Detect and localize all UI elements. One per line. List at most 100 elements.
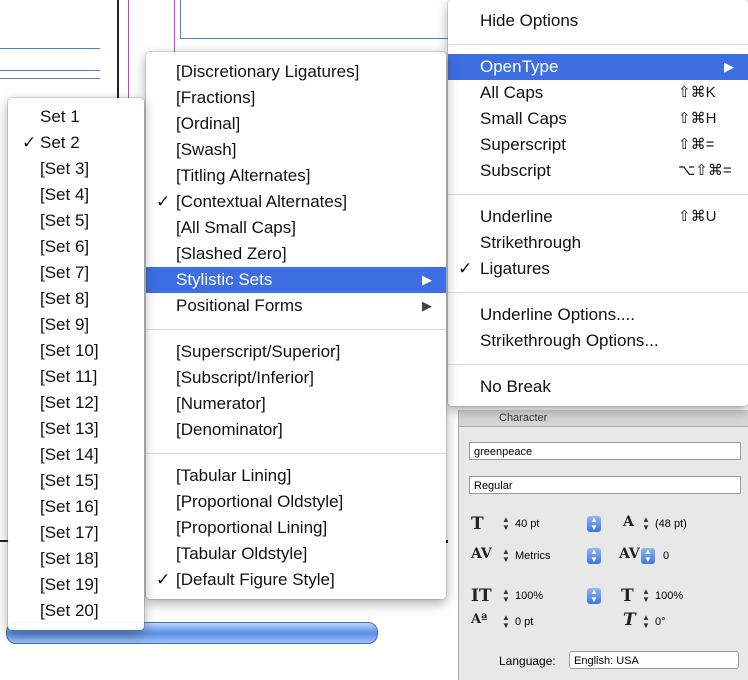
kerning-dropdown[interactable]: ▲ ▼: [587, 548, 601, 564]
opentype-item-slashed-zero[interactable]: [Slashed Zero]: [146, 241, 446, 267]
stylistic-set-item-set-3[interactable]: [Set 3]: [8, 156, 144, 182]
menu-item-label: Set 2: [40, 133, 80, 152]
opentype-item-stylistic-sets[interactable]: Stylistic Sets ▶: [146, 267, 446, 293]
opentype-item-numerator[interactable]: [Numerator]: [146, 391, 446, 417]
stylistic-set-item-set-11[interactable]: [Set 11]: [8, 364, 144, 390]
format-menu-item-hide-options[interactable]: Hide Options: [448, 8, 748, 34]
font-size-dropdown[interactable]: ▲ ▼: [587, 516, 601, 532]
stylistic-set-item-set-2[interactable]: ✓ Set 2: [8, 130, 144, 156]
format-menu-item-strikethrough-options[interactable]: Strikethrough Options...: [448, 328, 748, 354]
stylistic-set-item-set-18[interactable]: [Set 18]: [8, 546, 144, 572]
format-menu-item-superscript[interactable]: Superscript ⇧⌘=: [448, 132, 748, 158]
kerning-stepper[interactable]: ▲ ▼: [501, 548, 511, 564]
font-family-field[interactable]: greenpeace: [469, 442, 741, 460]
leading-field[interactable]: (48 pt): [651, 515, 723, 533]
opentype-item-all-small-caps[interactable]: [All Small Caps]: [146, 215, 446, 241]
menu-item-label: [Set 11]: [40, 367, 98, 386]
stylistic-set-item-set-20[interactable]: [Set 20]: [8, 598, 144, 624]
menu-item-label: [Set 16]: [40, 497, 99, 516]
menu-item-label: [Swash]: [176, 140, 237, 159]
menu-item-label: [Set 18]: [40, 549, 99, 568]
opentype-item-subscript-inferior[interactable]: [Subscript/Inferior]: [146, 365, 446, 391]
stylistic-set-item-set-15[interactable]: [Set 15]: [8, 468, 144, 494]
stylistic-set-item-set-13[interactable]: [Set 13]: [8, 416, 144, 442]
menu-item-label: [Default Figure Style]: [176, 570, 335, 589]
stylistic-set-item-set-1[interactable]: Set 1: [8, 104, 144, 130]
stylistic-set-item-set-9[interactable]: [Set 9]: [8, 312, 144, 338]
guide-line: [117, 0, 119, 100]
stylistic-set-item-set-19[interactable]: [Set 19]: [8, 572, 144, 598]
stylistic-set-item-set-8[interactable]: [Set 8]: [8, 286, 144, 312]
font-size-field[interactable]: 40 pt: [511, 515, 585, 533]
language-label: Language:: [499, 654, 556, 668]
kerning-field[interactable]: Metrics: [511, 547, 585, 565]
stylistic-set-item-set-14[interactable]: [Set 14]: [8, 442, 144, 468]
vertical-scale-dropdown[interactable]: ▲ ▼: [587, 588, 601, 604]
opentype-item-tabular-lining[interactable]: [Tabular Lining]: [146, 463, 446, 489]
opentype-item-positional-forms[interactable]: Positional Forms ▶: [146, 293, 446, 319]
menu-item-label: Ligatures: [480, 259, 550, 278]
stylistic-set-item-set-5[interactable]: [Set 5]: [8, 208, 144, 234]
tracking-stepper[interactable]: ▲ ▼: [641, 548, 655, 564]
menu-item-label: [Set 6]: [40, 237, 90, 256]
opentype-item-proportional-oldstyle[interactable]: [Proportional Oldstyle]: [146, 489, 446, 515]
menu-item-label: [Set 3]: [40, 159, 90, 178]
vertical-scale-stepper[interactable]: ▲ ▼: [501, 588, 511, 604]
format-menu-item-ligatures[interactable]: ✓ Ligatures: [448, 256, 748, 282]
menu-separator: [448, 44, 748, 45]
stylistic-set-item-set-12[interactable]: [Set 12]: [8, 390, 144, 416]
tracking-field[interactable]: 0: [659, 547, 723, 565]
opentype-item-contextual-alternates[interactable]: ✓ [Contextual Alternates]: [146, 189, 446, 215]
stylistic-set-item-set-16[interactable]: [Set 16]: [8, 494, 144, 520]
tab-character[interactable]: Character: [499, 410, 547, 426]
leading-stepper[interactable]: ▲ ▼: [641, 516, 651, 532]
menu-item-label: [Proportional Lining]: [176, 518, 328, 537]
format-menu-item-underline-options[interactable]: Underline Options....: [448, 302, 748, 328]
guide-line: [0, 78, 100, 79]
skew-field[interactable]: 0°: [651, 613, 723, 631]
horizontal-scale-field[interactable]: 100%: [651, 587, 723, 605]
menu-item-label: Underline Options....: [480, 305, 635, 324]
baseline-shift-field[interactable]: 0 pt: [511, 613, 585, 631]
language-select[interactable]: English: USA: [569, 651, 739, 669]
opentype-item-superscript-superior[interactable]: [Superscript/Superior]: [146, 339, 446, 365]
opentype-item-ordinal[interactable]: [Ordinal]: [146, 111, 446, 137]
stylistic-set-item-set-10[interactable]: [Set 10]: [8, 338, 144, 364]
guide-line: [180, 0, 181, 38]
format-menu-item-no-break[interactable]: No Break: [448, 374, 748, 400]
opentype-item-fractions[interactable]: [Fractions]: [146, 85, 446, 111]
opentype-item-titling-alternates[interactable]: [Titling Alternates]: [146, 163, 446, 189]
opentype-item-denominator[interactable]: [Denominator]: [146, 417, 446, 443]
format-menu-item-strikethrough[interactable]: Strikethrough: [448, 230, 748, 256]
format-menu-item-small-caps[interactable]: Small Caps ⇧⌘H: [448, 106, 748, 132]
format-menu-item-all-caps[interactable]: All Caps ⇧⌘K: [448, 80, 748, 106]
guide-line: [128, 0, 129, 100]
font-style-field[interactable]: Regular: [469, 476, 741, 494]
menu-item-label: Superscript: [480, 135, 566, 154]
opentype-item-proportional-lining[interactable]: [Proportional Lining]: [146, 515, 446, 541]
format-menu-item-underline[interactable]: Underline ⇧⌘U: [448, 204, 748, 230]
skew-stepper[interactable]: ▲ ▼: [641, 614, 651, 630]
keyboard-shortcut: ⇧⌘=: [678, 136, 715, 153]
opentype-item-discretionary-ligatures[interactable]: [Discretionary Ligatures]: [146, 59, 446, 85]
stylistic-set-item-set-6[interactable]: [Set 6]: [8, 234, 144, 260]
stylistic-set-item-set-4[interactable]: [Set 4]: [8, 182, 144, 208]
menu-item-label: [Set 8]: [40, 289, 90, 308]
vertical-scale-field[interactable]: 100%: [511, 587, 585, 605]
menu-item-label: [Superscript/Superior]: [176, 342, 341, 361]
opentype-item-default-figure-style[interactable]: ✓ [Default Figure Style]: [146, 567, 446, 593]
opentype-item-swash[interactable]: [Swash]: [146, 137, 446, 163]
tracking-icon: AV: [619, 546, 640, 562]
menu-item-label: [Set 20]: [40, 601, 99, 620]
guide-line: [174, 0, 175, 55]
stylistic-set-item-set-17[interactable]: [Set 17]: [8, 520, 144, 546]
stylistic-set-item-set-7[interactable]: [Set 7]: [8, 260, 144, 286]
format-menu-item-opentype[interactable]: OpenType ▶: [448, 54, 748, 80]
opentype-item-tabular-oldstyle[interactable]: [Tabular Oldstyle]: [146, 541, 446, 567]
font-size-stepper[interactable]: ▲ ▼: [501, 516, 511, 532]
checkmark-icon: ✓: [156, 570, 171, 589]
horizontal-scale-stepper[interactable]: ▲ ▼: [641, 588, 651, 604]
baseline-shift-stepper[interactable]: ▲ ▼: [501, 614, 511, 630]
menu-item-label: [Set 4]: [40, 185, 90, 204]
format-menu-item-subscript[interactable]: Subscript ⌥⇧⌘=: [448, 158, 748, 184]
